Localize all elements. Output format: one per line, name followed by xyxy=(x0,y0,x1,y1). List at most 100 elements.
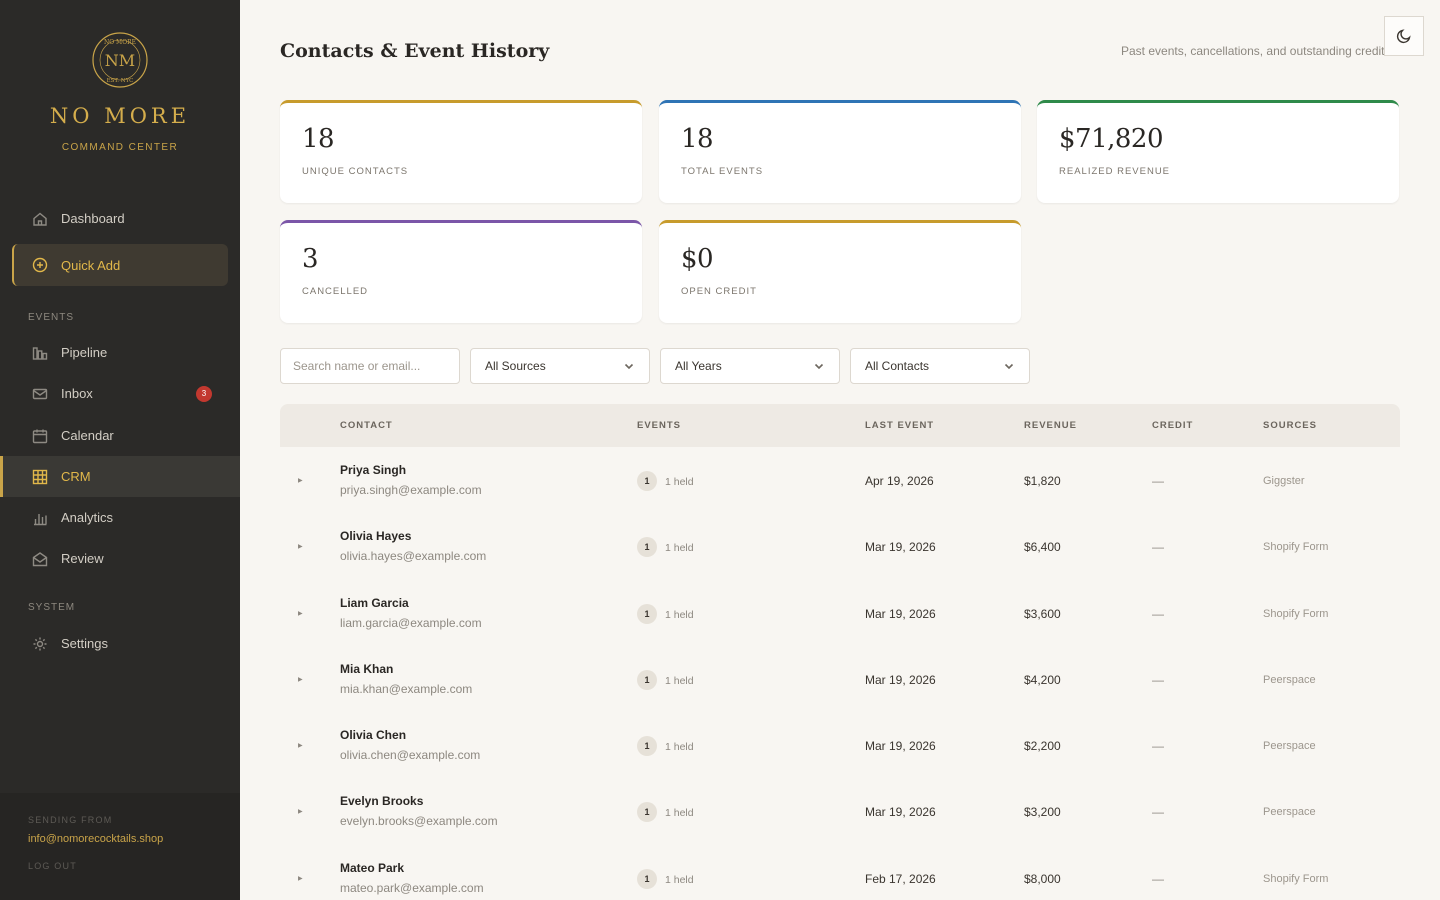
home-icon xyxy=(32,211,48,227)
credit-value: — xyxy=(1152,672,1164,687)
event-count-badge: 1 xyxy=(637,471,657,491)
sidebar-item-label: Review xyxy=(61,551,104,566)
sidebar-item-quick-add[interactable]: Quick Add xyxy=(12,244,228,286)
logout-link[interactable]: LOG OUT xyxy=(28,861,212,871)
credit-value: — xyxy=(1152,540,1164,555)
sidebar-item-calendar[interactable]: Calendar xyxy=(0,415,240,456)
open-envelope-icon xyxy=(32,551,48,567)
revenue-value: $2,200 xyxy=(1024,739,1061,754)
column-header-last-event[interactable]: LAST EVENT xyxy=(865,420,934,431)
sidebar-item-label: Inbox xyxy=(61,386,93,401)
theme-toggle-button[interactable] xyxy=(1384,16,1424,56)
contact-email: mia.khan@example.com xyxy=(340,681,473,696)
sidebar-item-label: CRM xyxy=(61,469,91,484)
table-row[interactable]: ▶ Mateo Park mateo.park@example.com 1 1 … xyxy=(280,844,1400,900)
sources-select-value: All Sources xyxy=(485,359,546,373)
contacts-select[interactable]: All Contacts xyxy=(850,348,1030,384)
stat-card-open-credit: $0 OPEN CREDIT xyxy=(659,220,1021,323)
plus-circle-icon xyxy=(32,257,48,273)
stat-card-cancelled: 3 CANCELLED xyxy=(280,220,642,323)
column-header-credit[interactable]: CREDIT xyxy=(1152,420,1193,431)
expand-caret-icon[interactable]: ▶ xyxy=(298,477,303,484)
stat-value: $71,820 xyxy=(1059,124,1164,154)
grid-table-icon xyxy=(32,469,48,485)
column-header-revenue[interactable]: REVENUE xyxy=(1024,420,1077,431)
contacts-table: CONTACT EVENTS LAST EVENT REVENUE CREDIT… xyxy=(280,404,1400,900)
revenue-value: $3,200 xyxy=(1024,805,1061,820)
source-value: Peerspace xyxy=(1263,806,1316,819)
sidebar-footer: SENDING FROM info@nomorecocktails.shop L… xyxy=(0,793,240,900)
sidebar-item-inbox[interactable]: Inbox 3 xyxy=(0,373,240,414)
stat-value: 18 xyxy=(302,124,335,154)
stat-value: 3 xyxy=(302,244,319,274)
stat-label: CANCELLED xyxy=(302,286,369,297)
table-row[interactable]: ▶ Olivia Hayes olivia.hayes@example.com … xyxy=(280,513,1400,580)
inbox-unread-badge: 3 xyxy=(196,385,212,402)
expand-caret-icon[interactable]: ▶ xyxy=(298,543,303,550)
moon-icon xyxy=(1396,29,1411,44)
stat-label: TOTAL EVENTS xyxy=(681,166,764,177)
column-header-contact[interactable]: CONTACT xyxy=(340,420,393,431)
nav-section-events: EVENTS xyxy=(28,312,75,323)
stat-card-total-events: 18 TOTAL EVENTS xyxy=(659,100,1021,203)
last-event-date: Mar 19, 2026 xyxy=(865,606,936,621)
table-row[interactable]: ▶ Evelyn Brooks evelyn.brooks@example.co… xyxy=(280,778,1400,845)
expand-caret-icon[interactable]: ▶ xyxy=(298,676,303,683)
expand-caret-icon[interactable]: ▶ xyxy=(298,610,303,617)
column-header-events[interactable]: EVENTS xyxy=(637,420,681,431)
brand-seal-logo: NO MORE NM EST. NYC xyxy=(92,32,148,88)
sidebar-item-label: Quick Add xyxy=(61,257,121,273)
table-row[interactable]: ▶ Olivia Chen olivia.chen@example.com 1 … xyxy=(280,712,1400,779)
contact-email: olivia.hayes@example.com xyxy=(340,549,487,564)
events-held: 1 held xyxy=(665,542,694,555)
contact-name: Olivia Hayes xyxy=(340,529,412,544)
sidebar-item-analytics[interactable]: Analytics xyxy=(0,497,240,538)
sources-select[interactable]: All Sources xyxy=(470,348,650,384)
stat-value: $0 xyxy=(681,244,714,274)
table-row[interactable]: ▶ Liam Garcia liam.garcia@example.com 1 … xyxy=(280,579,1400,646)
sidebar-item-label: Pipeline xyxy=(61,345,108,360)
source-value: Shopify Form xyxy=(1263,872,1329,885)
sidebar-item-settings[interactable]: Settings xyxy=(0,623,240,664)
column-header-sources[interactable]: SOURCES xyxy=(1263,420,1317,431)
last-event-date: Feb 17, 2026 xyxy=(865,871,936,886)
sidebar-item-label: Calendar xyxy=(61,428,114,443)
stat-label: REALIZED REVENUE xyxy=(1059,166,1171,177)
credit-value: — xyxy=(1152,739,1164,754)
expand-caret-icon[interactable]: ▶ xyxy=(298,808,303,815)
contact-email: evelyn.brooks@example.com xyxy=(340,814,498,829)
gear-icon xyxy=(32,636,48,652)
contact-name: Evelyn Brooks xyxy=(340,794,424,809)
table-body: ▶ Priya Singh priya.singh@example.com 1 … xyxy=(280,447,1400,900)
stat-value: 18 xyxy=(681,124,714,154)
credit-value: — xyxy=(1152,871,1164,886)
search-input[interactable] xyxy=(280,348,460,384)
revenue-value: $8,000 xyxy=(1024,871,1061,886)
years-select-value: All Years xyxy=(675,359,722,373)
contacts-select-value: All Contacts xyxy=(865,359,930,373)
years-select[interactable]: All Years xyxy=(660,348,840,384)
contact-email: mateo.park@example.com xyxy=(340,880,484,895)
contact-name: Priya Singh xyxy=(340,463,407,477)
sidebar-item-label: Dashboard xyxy=(61,211,125,226)
sidebar-item-dashboard[interactable]: Dashboard xyxy=(0,198,240,239)
credit-value: — xyxy=(1152,474,1164,488)
sidebar-item-crm[interactable]: CRM xyxy=(0,456,240,497)
sidebar-item-pipeline[interactable]: Pipeline xyxy=(0,332,240,373)
sidebar-item-review[interactable]: Review xyxy=(0,538,240,579)
chevron-down-icon xyxy=(814,363,824,370)
pipeline-icon xyxy=(32,345,48,361)
event-count-badge: 1 xyxy=(637,868,657,889)
credit-value: — xyxy=(1152,606,1164,621)
seal-monogram: NM xyxy=(105,51,135,70)
mail-icon xyxy=(32,386,48,402)
expand-caret-icon[interactable]: ▶ xyxy=(298,875,303,882)
nav-section-system: SYSTEM xyxy=(28,602,76,613)
page-title: Contacts & Event History xyxy=(280,40,550,62)
source-value: Shopify Form xyxy=(1263,541,1329,554)
contact-email: liam.garcia@example.com xyxy=(340,615,482,630)
table-row[interactable]: ▶ Mia Khan mia.khan@example.com 1 1 held… xyxy=(280,645,1400,713)
expand-caret-icon[interactable]: ▶ xyxy=(298,742,303,749)
table-row[interactable]: ▶ Priya Singh priya.singh@example.com 1 … xyxy=(280,447,1400,514)
chevron-down-icon xyxy=(624,363,634,370)
